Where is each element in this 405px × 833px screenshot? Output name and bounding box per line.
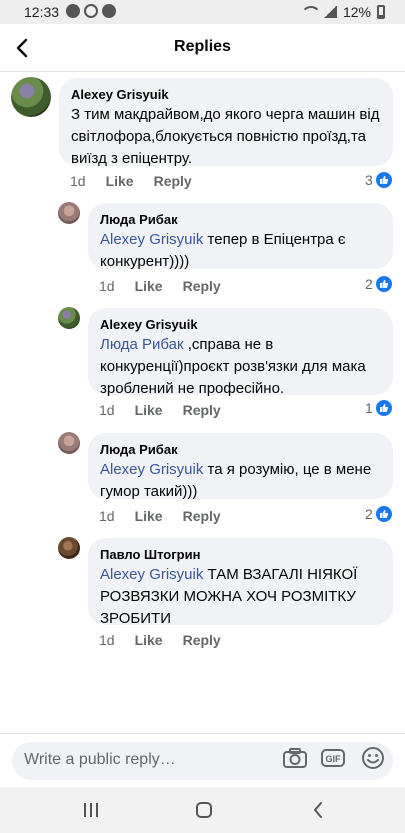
comment-author[interactable]: Alexey Grisyuik	[100, 316, 381, 334]
reaction-count[interactable]: 2	[365, 506, 392, 522]
comment-time: 1d	[99, 278, 115, 294]
reply-composer: Write a public reply… GIF	[0, 733, 405, 787]
comment-bubble: Люда Рибак Alexey Grisyuik та я розумію,…	[88, 433, 393, 500]
reply-button[interactable]: Reply	[183, 278, 221, 294]
mention-link[interactable]: Люда Рибак	[100, 336, 184, 353]
comment-time: 1d	[99, 402, 115, 418]
reply-button[interactable]: Reply	[183, 402, 221, 418]
messenger-notification-icon	[66, 4, 80, 18]
comment-author[interactable]: Alexey Grisyuik	[71, 86, 381, 104]
camera-button[interactable]	[281, 744, 309, 772]
gif-icon: GIF	[321, 749, 345, 767]
home-icon	[196, 802, 212, 818]
reaction-number: 3	[365, 172, 373, 188]
smiley-icon	[362, 747, 384, 769]
system-nav-bar	[0, 787, 405, 833]
comment-text: Alexey Grisyuik ТАМ ВЗАГАЛІ НІЯКОЇ РОЗВЯ…	[100, 566, 358, 627]
status-bar: 12:33 12%	[0, 0, 405, 24]
comment-bubble: Павло Штогрин Alexey Grisyuik ТАМ ВЗАГАЛ…	[88, 538, 393, 627]
thumbs-up-icon	[375, 276, 392, 292]
avatar[interactable]	[58, 307, 80, 329]
account-notification-icon	[102, 4, 116, 18]
battery-icon	[377, 5, 385, 19]
system-back-icon	[314, 802, 322, 818]
comment-time: 1d	[99, 632, 115, 648]
comment-actions: 1d Like Reply	[99, 632, 221, 648]
recent-apps-icon	[84, 803, 98, 817]
comment-time: 1d	[70, 173, 86, 189]
page-title: Replies	[174, 38, 231, 55]
reply-button[interactable]: Reply	[183, 632, 221, 648]
avatar[interactable]	[58, 202, 80, 224]
like-button[interactable]: Like	[135, 278, 163, 294]
emoji-button[interactable]	[359, 744, 387, 772]
reply-button[interactable]: Reply	[183, 508, 221, 524]
mention-link[interactable]: Alexey Grisyuik	[100, 566, 203, 583]
comment-time: 1d	[99, 508, 115, 524]
avatar[interactable]	[58, 432, 80, 454]
reaction-count[interactable]: 1	[365, 400, 392, 416]
battery-percent: 12%	[342, 4, 371, 20]
wifi-icon	[300, 6, 321, 18]
mention-link[interactable]: Alexey Grisyuik	[100, 461, 203, 478]
comment-actions: 1d Like Reply	[99, 402, 221, 418]
comment-author[interactable]: Павло Штогрин	[100, 546, 381, 564]
comment-text: З тим макдрайвом,до якого черга машин ві…	[71, 106, 380, 167]
reaction-number: 2	[365, 506, 373, 522]
home-button[interactable]	[190, 797, 218, 823]
gif-button[interactable]: GIF	[319, 744, 347, 772]
avatar[interactable]	[11, 77, 51, 117]
comment-text: Alexey Grisyuik та я розумію, це в мене …	[100, 461, 372, 500]
camera-icon	[283, 748, 307, 768]
like-button[interactable]: Like	[135, 402, 163, 418]
comment-actions: 1d Like Reply	[99, 508, 221, 524]
comment-bubble: Alexey Grisyuik Люда Рибак ,справа не в …	[88, 308, 393, 397]
avatar[interactable]	[58, 537, 80, 559]
signal-icon	[322, 6, 337, 18]
comment-author[interactable]: Люда Рибак	[100, 441, 381, 459]
comment-bubble: Alexey Grisyuik З тим макдрайвом,до яког…	[59, 78, 393, 167]
viber-notification-icon	[84, 4, 98, 18]
like-button[interactable]: Like	[135, 508, 163, 524]
header: Replies	[0, 24, 405, 72]
reply-button[interactable]: Reply	[154, 173, 192, 189]
system-back-button[interactable]	[304, 797, 332, 823]
like-button[interactable]: Like	[106, 173, 134, 189]
thumbs-up-icon	[375, 172, 392, 188]
comment-actions: 1d Like Reply	[99, 278, 221, 294]
comment-text: Alexey Grisyuik тепер в Епіцентра є конк…	[100, 231, 346, 270]
svg-text:GIF: GIF	[326, 754, 342, 764]
recent-apps-button[interactable]	[77, 797, 105, 823]
comment-author[interactable]: Люда Рибак	[100, 211, 381, 229]
mention-link[interactable]: Alexey Grisyuik	[100, 231, 203, 248]
reaction-count[interactable]: 2	[365, 276, 392, 292]
reaction-number: 1	[365, 400, 373, 416]
reply-placeholder: Write a public reply…	[24, 751, 176, 768]
status-time: 12:33	[24, 4, 60, 20]
reaction-count[interactable]: 3	[365, 172, 392, 188]
like-button[interactable]: Like	[135, 632, 163, 648]
thumbs-up-icon	[375, 400, 392, 416]
comment-bubble: Люда Рибак Alexey Grisyuik тепер в Епіце…	[88, 203, 393, 270]
thumbs-up-icon	[375, 506, 392, 522]
comment-text: Люда Рибак ,справа не в конкуренції)проє…	[100, 336, 366, 397]
comment-actions: 1d Like Reply	[70, 173, 192, 189]
reaction-number: 2	[365, 276, 373, 292]
